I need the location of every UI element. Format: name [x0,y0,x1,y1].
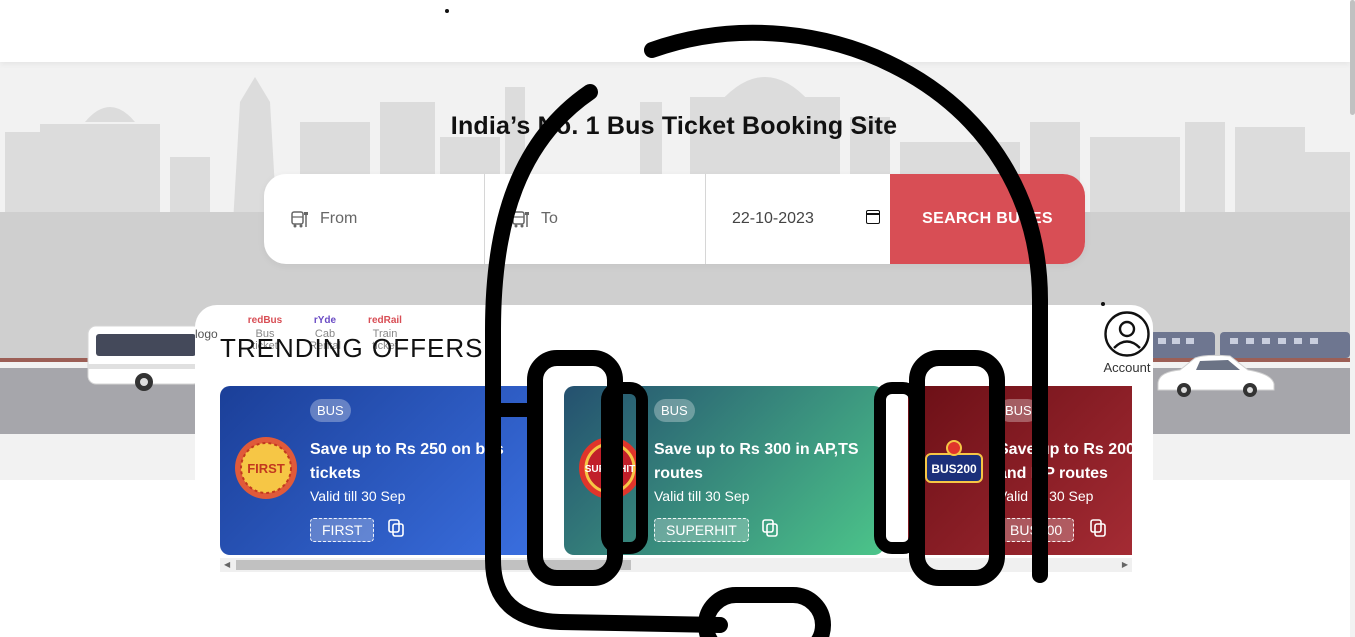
logo-image[interactable]: logo [195,327,218,341]
offer-code: BUS200 [998,518,1075,542]
ryde-logo: rYde [313,315,337,326]
redrail-logo: redRail [368,315,402,326]
offer-tag: BUS [998,399,1039,422]
copy-icon[interactable] [1090,519,1106,537]
offer-title: Save up to Rs 200 in Gujarat and MP rout… [998,441,1132,482]
bus-stop-icon [291,211,308,228]
car-illustration [1157,354,1275,397]
offer-tag: BUS [654,399,695,422]
offer-card[interactable]: FIRST BUS Save up to Rs 250 on bus ticke… [220,386,540,555]
bus200-badge-text: BUS200 [931,462,977,476]
superhit-offer-badge: SUPERHIT [579,437,641,499]
offer-title: Save up to Rs 250 on bus tickets [310,441,504,482]
copy-icon[interactable] [388,519,404,537]
from-field-label: From [320,210,358,227]
date-value: 22-10-2023 [732,210,814,227]
account-button[interactable]: Account [1097,311,1153,375]
top-header-bar [0,0,1350,62]
page-title: India’s No. 1 Bus Ticket Booking Site [450,112,898,140]
copy-icon[interactable] [762,519,778,537]
date-field[interactable]: 22-10-2023 [706,174,890,264]
offer-validity: Valid till 30 Sep [310,488,406,504]
bus-stop-icon [512,211,529,228]
stray-dot [1101,302,1105,306]
to-field[interactable]: To [485,174,706,264]
trending-offers-heading: TRENDING OFFERS [220,333,484,363]
offer-code: SUPERHIT [654,518,749,542]
offer-validity: Valid till 30 Sep [998,488,1094,504]
first-badge-text: FIRST [247,461,285,476]
offers-panel: logo redBus Bus ticket rYde Cab Rental r… [195,305,1153,598]
page-scrollbar-thumb[interactable] [1350,0,1355,115]
offers-scrollbar-thumb[interactable] [236,560,631,570]
offer-code: FIRST [310,518,375,542]
account-icon [1104,311,1150,357]
from-field[interactable]: From [264,174,485,264]
offer-tag: BUS [310,399,351,422]
offer-card[interactable]: SUPERHIT BUS Save up to Rs 300 in AP,TS … [564,386,884,555]
bus200-offer-badge: BUS200 [925,440,983,483]
offers-carousel: FIRST BUS Save up to Rs 250 on bus ticke… [220,386,1132,558]
scroll-left-arrow[interactable]: ◀ [224,558,230,572]
bus-search-bar: From To 22-10-2023 SEARCH BUSES [264,174,1085,264]
account-label: Account [1103,360,1151,375]
offer-card[interactable]: BUS200 BUS Save up to Rs 200 in Gujarat … [908,386,1132,555]
offer-title: Save up to Rs 300 in AP,TS routes [654,441,859,482]
stray-dot [445,9,449,13]
first-offer-badge: FIRST [235,437,297,499]
calendar-icon[interactable] [866,210,880,224]
superhit-badge-text: SUPERHIT [585,464,636,475]
search-buses-button[interactable]: SEARCH BUSES [890,174,1085,264]
offer-validity: Valid till 30 Sep [654,488,750,504]
offers-scrollbar[interactable]: ◀ ▶ [220,558,1132,572]
redbus-logo: redBus [247,315,283,326]
scroll-right-arrow[interactable]: ▶ [1122,558,1128,572]
to-field-label: To [541,210,558,227]
bus-illustration [87,325,201,391]
